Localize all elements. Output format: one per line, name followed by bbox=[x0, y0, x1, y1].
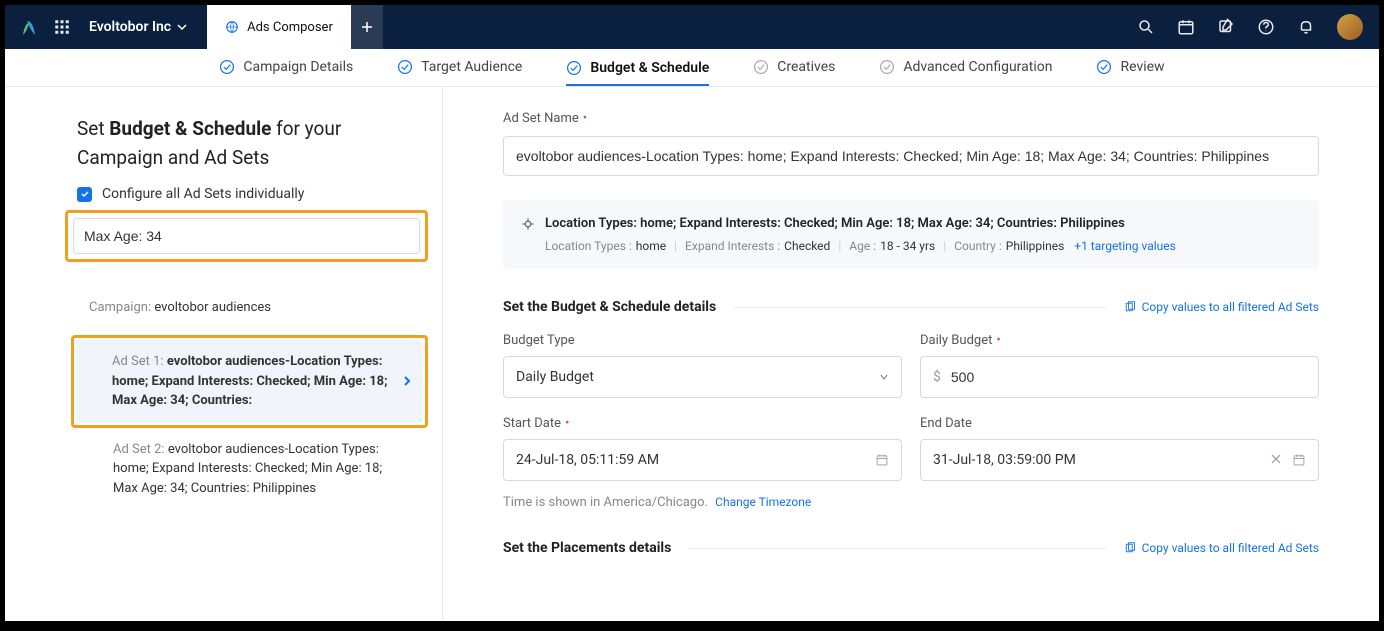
highlight-filter-box bbox=[65, 210, 428, 262]
section-budget-title: Set the Budget & Schedule details bbox=[503, 299, 716, 315]
calendar-icon bbox=[875, 453, 889, 467]
sidebar-adset-2[interactable]: Ad Set 2: evoltobor audiences-Location T… bbox=[77, 428, 428, 511]
org-name: Evoltobor Inc bbox=[89, 19, 171, 35]
apps-grid-icon[interactable] bbox=[53, 18, 71, 36]
end-date-label: End Date bbox=[920, 416, 1319, 431]
targeting-meta: Location Types : home | Expand Interests… bbox=[545, 239, 1301, 253]
clear-icon[interactable] bbox=[1270, 453, 1282, 465]
calendar-icon[interactable] bbox=[1177, 18, 1195, 36]
globe-icon bbox=[225, 20, 239, 34]
chevron-down-icon bbox=[879, 372, 889, 382]
budget-type-select[interactable]: Daily Budget bbox=[503, 356, 902, 398]
plus-icon bbox=[361, 21, 373, 33]
bell-icon[interactable] bbox=[1297, 18, 1315, 36]
step-label: Budget & Schedule bbox=[590, 60, 709, 76]
chevron-right-icon bbox=[401, 375, 413, 387]
step-creatives[interactable]: Creatives bbox=[753, 59, 835, 76]
check-icon bbox=[80, 189, 90, 199]
copy-icon bbox=[1124, 301, 1136, 313]
tab-ads-composer[interactable]: Ads Composer bbox=[207, 5, 351, 49]
check-circle-icon bbox=[1096, 59, 1112, 75]
add-tab-button[interactable] bbox=[351, 5, 383, 49]
step-label: Review bbox=[1120, 59, 1164, 75]
copy-budget-link[interactable]: Copy values to all filtered Ad Sets bbox=[1124, 300, 1319, 314]
org-selector[interactable]: Evoltobor Inc bbox=[89, 19, 187, 35]
main-panel: Ad Set Name• Location Types: home; Expan… bbox=[443, 87, 1379, 621]
help-icon[interactable] bbox=[1257, 18, 1275, 36]
search-icon[interactable] bbox=[1137, 18, 1155, 36]
highlight-adset-box: Ad Set 1: evoltobor audiences-Location T… bbox=[71, 335, 428, 428]
budget-type-label: Budget Type bbox=[503, 333, 902, 348]
avatar[interactable] bbox=[1337, 14, 1363, 40]
adset-name-input[interactable] bbox=[503, 136, 1319, 176]
copy-icon bbox=[1124, 542, 1136, 554]
brand-logo bbox=[17, 15, 41, 39]
daily-budget-input-wrap: $ bbox=[920, 356, 1319, 398]
timezone-note: Time is shown in America/Chicago. Change… bbox=[503, 495, 1319, 510]
tab-label: Ads Composer bbox=[247, 20, 333, 35]
check-circle-icon bbox=[566, 60, 582, 76]
check-circle-icon bbox=[753, 59, 769, 75]
configure-all-label: Configure all Ad Sets individually bbox=[102, 186, 304, 202]
adset-name-label: Ad Set Name• bbox=[503, 111, 1319, 126]
step-label: Creatives bbox=[777, 59, 835, 75]
step-target-audience[interactable]: Target Audience bbox=[397, 59, 522, 76]
configure-all-checkbox[interactable] bbox=[77, 187, 92, 202]
compose-icon[interactable] bbox=[1217, 18, 1235, 36]
page-title: Set Budget & Schedule for your Campaign … bbox=[77, 115, 428, 172]
campaign-breadcrumb: Campaign: evoltobor audiences bbox=[89, 300, 428, 315]
sidebar-adset-1[interactable]: Ad Set 1: evoltobor audiences-Location T… bbox=[76, 340, 423, 423]
start-date-label: Start Date• bbox=[503, 416, 902, 431]
summary-title-text: Location Types: home; Expand Interests: … bbox=[545, 216, 1125, 231]
daily-budget-label: Daily Budget• bbox=[920, 333, 1319, 348]
top-navbar: Evoltobor Inc Ads Composer bbox=[5, 5, 1379, 49]
section-placements-title: Set the Placements details bbox=[503, 540, 671, 556]
calendar-icon bbox=[1292, 453, 1306, 467]
step-label: Campaign Details bbox=[243, 59, 353, 75]
currency-symbol: $ bbox=[933, 369, 941, 385]
filter-input[interactable] bbox=[73, 218, 420, 254]
start-date-input[interactable]: 24-Jul-18, 05:11:59 AM bbox=[503, 439, 902, 481]
step-label: Target Audience bbox=[421, 59, 522, 75]
change-timezone-link[interactable]: Change Timezone bbox=[715, 495, 811, 509]
check-circle-icon bbox=[879, 59, 895, 75]
check-circle-icon bbox=[397, 59, 413, 75]
step-budget-schedule[interactable]: Budget & Schedule bbox=[566, 60, 709, 86]
divider bbox=[689, 548, 1105, 549]
target-icon bbox=[521, 217, 535, 231]
targeting-summary-card: Location Types: home; Expand Interests: … bbox=[503, 200, 1319, 269]
step-label: Advanced Configuration bbox=[903, 59, 1052, 75]
more-targeting-link[interactable]: +1 targeting values bbox=[1074, 239, 1176, 253]
sidebar: Set Budget & Schedule for your Campaign … bbox=[5, 87, 443, 621]
end-date-input[interactable]: 31-Jul-18, 03:59:00 PM bbox=[920, 439, 1319, 481]
chevron-down-icon bbox=[177, 22, 187, 32]
check-circle-icon bbox=[219, 59, 235, 75]
step-campaign-details[interactable]: Campaign Details bbox=[219, 59, 353, 76]
wizard-steps: Campaign Details Target Audience Budget … bbox=[5, 49, 1379, 87]
divider bbox=[734, 307, 1105, 308]
step-review[interactable]: Review bbox=[1096, 59, 1164, 76]
step-advanced-config[interactable]: Advanced Configuration bbox=[879, 59, 1052, 76]
daily-budget-input[interactable] bbox=[951, 369, 1306, 385]
copy-placements-link[interactable]: Copy values to all filtered Ad Sets bbox=[1124, 541, 1319, 555]
